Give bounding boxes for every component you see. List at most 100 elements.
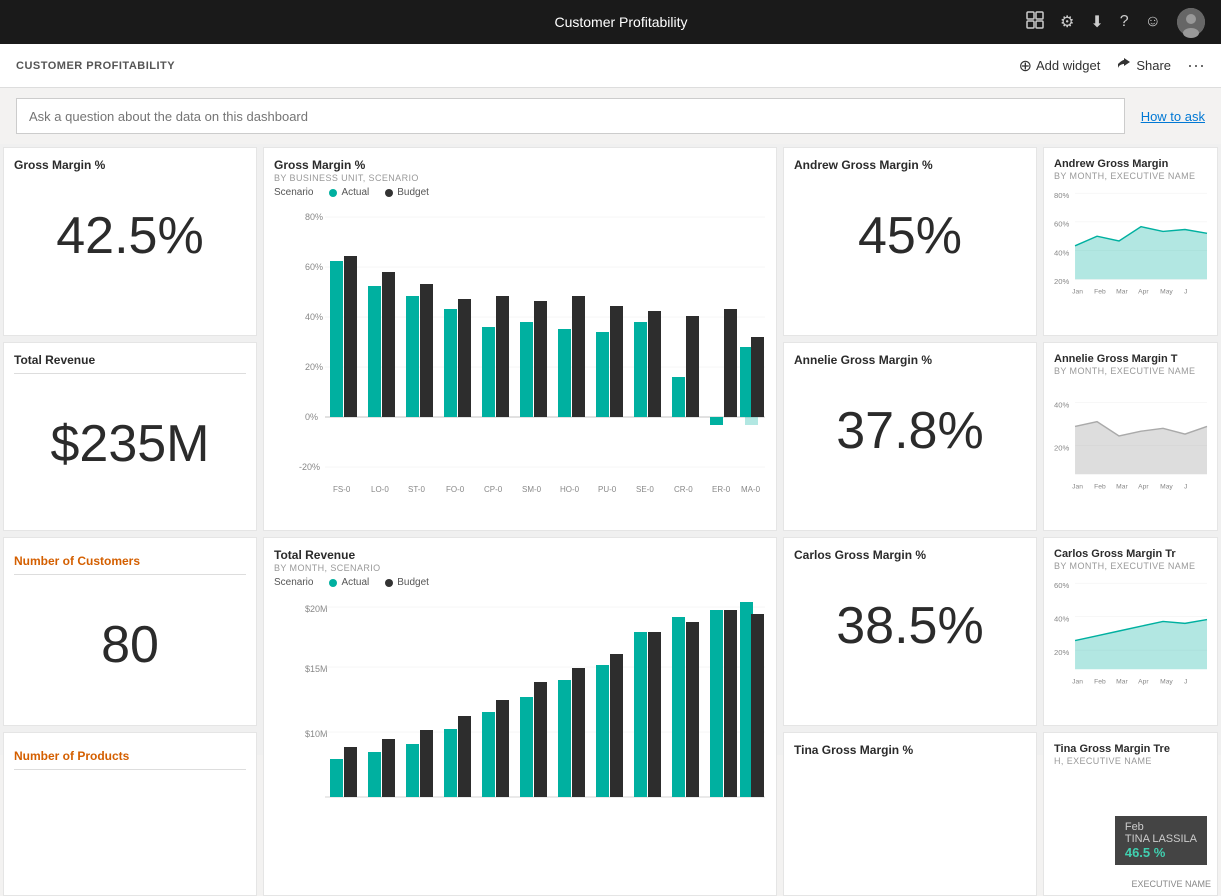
- svg-text:J: J: [1184, 484, 1187, 491]
- svg-text:PU-0: PU-0: [598, 485, 617, 494]
- number-of-customers-kpi-card: Number of Customers 80: [3, 537, 257, 726]
- smiley-icon[interactable]: ☺: [1145, 13, 1161, 31]
- annelie-gross-margin-trend-card: Annelie Gross Margin T BY MONTH, EXECUTI…: [1043, 342, 1218, 531]
- annelie-trend-chart: 40% 20% Jan Feb Mar Apr May J: [1054, 376, 1207, 496]
- svg-text:20%: 20%: [1054, 443, 1069, 452]
- number-of-products-label: Number of Products: [14, 749, 246, 763]
- total-revenue-chart-subtitle: BY MONTH, SCENARIO: [274, 563, 766, 573]
- svg-text:ER-0: ER-0: [712, 485, 731, 494]
- total-revenue-chart-legend: Scenario Actual Budget: [274, 577, 766, 588]
- carlos-trend-title: Carlos Gross Margin Tr: [1054, 548, 1207, 560]
- svg-text:60%: 60%: [1054, 220, 1069, 229]
- svg-text:Feb: Feb: [1094, 289, 1106, 296]
- svg-text:80%: 80%: [1054, 191, 1069, 200]
- total-revenue-chart-title: Total Revenue: [274, 548, 766, 562]
- tr-budget-legend: Budget: [385, 577, 429, 588]
- actual-legend: Actual: [329, 187, 369, 198]
- tooltip-month: Feb: [1125, 821, 1197, 833]
- carlos-trend-chart: 60% 40% 20% Jan Feb Mar Apr May J: [1054, 571, 1207, 691]
- tooltip-name: TINA LASSILA: [1125, 833, 1197, 845]
- settings-icon[interactable]: ⚙: [1060, 12, 1074, 32]
- topbar-icons: ⚙ ⬇ ? ☺: [1026, 8, 1205, 36]
- gross-margin-chart-title: Gross Margin %: [274, 158, 766, 172]
- total-revenue-divider: [14, 373, 246, 374]
- tina-trend-subtitle: H, EXECUTIVE NAME: [1054, 756, 1207, 766]
- svg-text:80%: 80%: [305, 212, 323, 222]
- svg-text:40%: 40%: [1054, 248, 1069, 257]
- svg-text:MA-0: MA-0: [741, 485, 761, 494]
- gross-margin-chart-legend: Scenario Actual Budget: [274, 187, 766, 198]
- svg-text:May: May: [1160, 484, 1173, 491]
- svg-text:Apr: Apr: [1138, 484, 1149, 491]
- tr-budget-dot: [385, 579, 393, 587]
- subheader-title: CUSTOMER PROFITABILITY: [16, 60, 175, 72]
- subheader: CUSTOMER PROFITABILITY ⊕ Add widget Shar…: [0, 44, 1221, 88]
- svg-text:Apr: Apr: [1138, 289, 1149, 296]
- svg-text:Feb: Feb: [1094, 484, 1106, 491]
- annelie-gross-margin-value: 37.8%: [794, 367, 1026, 494]
- svg-text:Jan: Jan: [1072, 679, 1083, 686]
- products-divider: [14, 769, 246, 770]
- download-icon[interactable]: ⬇: [1090, 12, 1103, 32]
- tina-gross-margin-kpi-card: Tina Gross Margin %: [783, 732, 1037, 896]
- share-button[interactable]: Share: [1116, 56, 1171, 75]
- svg-text:HO-0: HO-0: [560, 485, 580, 494]
- svg-text:Jan: Jan: [1072, 484, 1083, 491]
- layout-icon[interactable]: [1026, 11, 1044, 34]
- svg-text:40%: 40%: [305, 312, 323, 322]
- svg-text:Mar: Mar: [1116, 289, 1128, 296]
- svg-text:LO-0: LO-0: [371, 485, 389, 494]
- tr-actual-dot: [329, 579, 337, 587]
- tr-scenario-label: Scenario: [274, 577, 313, 588]
- help-icon[interactable]: ?: [1120, 13, 1129, 31]
- carlos-gross-margin-kpi-card: Carlos Gross Margin % 38.5%: [783, 537, 1037, 726]
- subheader-actions: ⊕ Add widget Share ···: [1019, 55, 1205, 76]
- svg-text:20%: 20%: [1054, 277, 1069, 286]
- svg-text:Mar: Mar: [1116, 679, 1128, 686]
- how-to-ask-link[interactable]: How to ask: [1141, 109, 1205, 124]
- svg-text:Mar: Mar: [1116, 484, 1128, 491]
- annelie-trend-title: Annelie Gross Margin T: [1054, 353, 1207, 365]
- andrew-gross-margin-trend-card: Andrew Gross Margin BY MONTH, EXECUTIVE …: [1043, 147, 1218, 336]
- scenario-legend-label: Scenario: [274, 187, 313, 198]
- andrew-gross-margin-value: 45%: [794, 172, 1026, 299]
- total-revenue-bar-chart: $20M $15M $10M: [274, 592, 766, 892]
- executive-name-label: EXECUTIVE NAME: [1131, 879, 1211, 889]
- carlos-gross-margin-trend-card: Carlos Gross Margin Tr BY MONTH, EXECUTI…: [1043, 537, 1218, 726]
- customers-divider: [14, 574, 246, 575]
- svg-text:$15M: $15M: [305, 664, 328, 674]
- svg-text:CP-0: CP-0: [484, 485, 503, 494]
- qa-input[interactable]: [16, 98, 1125, 134]
- tooltip-value: 46.5 %: [1125, 845, 1197, 860]
- annelie-gross-margin-title: Annelie Gross Margin %: [794, 353, 1026, 367]
- svg-text:20%: 20%: [305, 362, 323, 372]
- svg-text:J: J: [1184, 679, 1187, 686]
- svg-text:20%: 20%: [1054, 648, 1069, 657]
- svg-text:-20%: -20%: [299, 462, 320, 472]
- carlos-gross-margin-value: 38.5%: [794, 562, 1026, 689]
- annelie-trend-subtitle: BY MONTH, EXECUTIVE NAME: [1054, 366, 1207, 376]
- add-widget-button[interactable]: ⊕ Add widget: [1019, 56, 1101, 76]
- tina-gross-margin-trend-card: Tina Gross Margin Tre H, EXECUTIVE NAME …: [1043, 732, 1218, 896]
- svg-text:May: May: [1160, 679, 1173, 686]
- andrew-gross-margin-title: Andrew Gross Margin %: [794, 158, 1026, 172]
- andrew-gross-margin-kpi-card: Andrew Gross Margin % 45%: [783, 147, 1037, 336]
- svg-text:SM-0: SM-0: [522, 485, 542, 494]
- svg-text:ST-0: ST-0: [408, 485, 425, 494]
- actual-dot: [329, 189, 337, 197]
- svg-text:60%: 60%: [305, 262, 323, 272]
- svg-text:May: May: [1160, 289, 1173, 296]
- more-options-icon[interactable]: ···: [1187, 55, 1205, 76]
- number-of-products-kpi-card: Number of Products: [3, 732, 257, 896]
- gross-margin-value: 42.5%: [14, 172, 246, 299]
- svg-text:FO-0: FO-0: [446, 485, 465, 494]
- gross-margin-chart-subtitle: BY BUSINESS UNIT, SCENARIO: [274, 173, 766, 183]
- svg-text:SE-0: SE-0: [636, 485, 654, 494]
- gross-margin-bar-chart: 80% 60% 40% 20% 0% -20%: [274, 202, 766, 512]
- andrew-trend-title: Andrew Gross Margin: [1054, 158, 1207, 170]
- avatar[interactable]: [1177, 8, 1205, 36]
- andrew-trend-chart: 80% 60% 40% 20% Jan Feb Mar Apr May J: [1054, 181, 1207, 301]
- tina-trend-title: Tina Gross Margin Tre: [1054, 743, 1207, 755]
- dashboard-grid: Gross Margin % 42.5% Gross Margin % BY B…: [0, 144, 1221, 755]
- number-of-customers-label: Number of Customers: [14, 554, 246, 568]
